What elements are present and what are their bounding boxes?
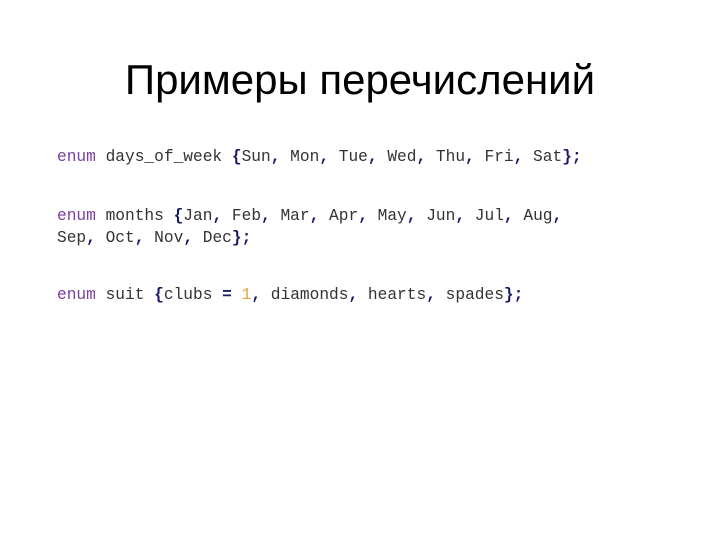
code-token-number-literal: 1 (241, 286, 252, 304)
code-line: enum months {Jan, Feb, Mar, Apr, May, Ju… (57, 205, 562, 227)
code-token-identifier: Sun (241, 148, 271, 166)
code-token-punctuation: , (309, 207, 320, 225)
code-token-punctuation: = (222, 286, 232, 304)
code-token-keyword: enum (57, 286, 96, 304)
code-enum-months: enum months {Jan, Feb, Mar, Apr, May, Ju… (57, 205, 562, 249)
code-token-identifier: Wed (377, 148, 417, 166)
code-token-identifier: Sat (523, 148, 563, 166)
code-token-punctuation: , (465, 148, 475, 166)
code-token-punctuation: , (455, 207, 466, 225)
code-token-identifier: Tue (329, 148, 368, 166)
code-token-identifier (232, 286, 242, 304)
code-token-punctuation: { (173, 207, 184, 225)
code-token-identifier: Dec (193, 229, 232, 247)
code-line: Sep, Oct, Nov, Dec}; (57, 227, 562, 249)
code-token-identifier: May (367, 207, 407, 225)
code-token-punctuation: , (358, 207, 368, 225)
code-enum-days-of-week: enum days_of_week {Sun, Mon, Tue, Wed, T… (57, 146, 582, 168)
code-token-punctuation: , (251, 286, 262, 304)
code-token-punctuation: , (503, 207, 514, 225)
code-token-punctuation: }; (503, 286, 524, 304)
code-enum-suit: enum suit {clubs = 1, diamonds, hearts, … (57, 284, 523, 306)
code-token-identifier: Mar (270, 207, 310, 225)
code-token-identifier: Jul (465, 207, 504, 225)
code-token-punctuation: , (426, 286, 436, 304)
code-token-identifier: Jan (183, 207, 213, 225)
code-line: enum suit {clubs = 1, diamonds, hearts, … (57, 284, 523, 306)
code-token-punctuation: , (134, 229, 145, 247)
code-token-identifier: Fri (474, 148, 514, 166)
code-token-identifier: suit (95, 286, 155, 304)
code-token-identifier: days_of_week (95, 148, 232, 166)
code-token-identifier: clubs (163, 286, 223, 304)
code-token-punctuation: , (552, 207, 563, 225)
code-token-identifier: Oct (95, 229, 135, 247)
code-token-punctuation: , (367, 148, 378, 166)
code-line: enum days_of_week {Sun, Mon, Tue, Wed, T… (57, 146, 582, 168)
code-token-identifier: months (95, 207, 174, 225)
code-token-identifier: diamonds (261, 286, 349, 304)
code-token-identifier: Thu (426, 148, 466, 166)
code-token-punctuation: , (270, 148, 281, 166)
code-token-identifier: Sep (57, 229, 87, 247)
slide-title: Примеры перечислений (124, 56, 596, 103)
code-token-punctuation: , (416, 148, 427, 166)
code-token-keyword: enum (57, 148, 96, 166)
code-token-punctuation: , (261, 207, 271, 225)
code-token-identifier: Nov (144, 229, 184, 247)
code-token-identifier: Apr (319, 207, 359, 225)
code-token-identifier: Mon (280, 148, 320, 166)
code-token-identifier: hearts (358, 286, 427, 304)
code-token-keyword: enum (57, 207, 96, 225)
code-token-punctuation: }; (231, 229, 252, 247)
code-token-punctuation: , (319, 148, 330, 166)
code-token-punctuation: { (231, 148, 242, 166)
code-token-punctuation: }; (562, 148, 582, 166)
code-token-identifier: Feb (222, 207, 262, 225)
code-token-punctuation: , (183, 229, 194, 247)
code-token-identifier: Aug (513, 207, 553, 225)
code-token-identifier: spades (435, 286, 504, 304)
code-token-punctuation: , (212, 207, 223, 225)
code-token-punctuation: , (86, 229, 96, 247)
code-token-punctuation: , (513, 148, 524, 166)
code-token-punctuation: , (348, 286, 359, 304)
code-token-identifier: Jun (416, 207, 456, 225)
code-token-punctuation: { (154, 286, 164, 304)
